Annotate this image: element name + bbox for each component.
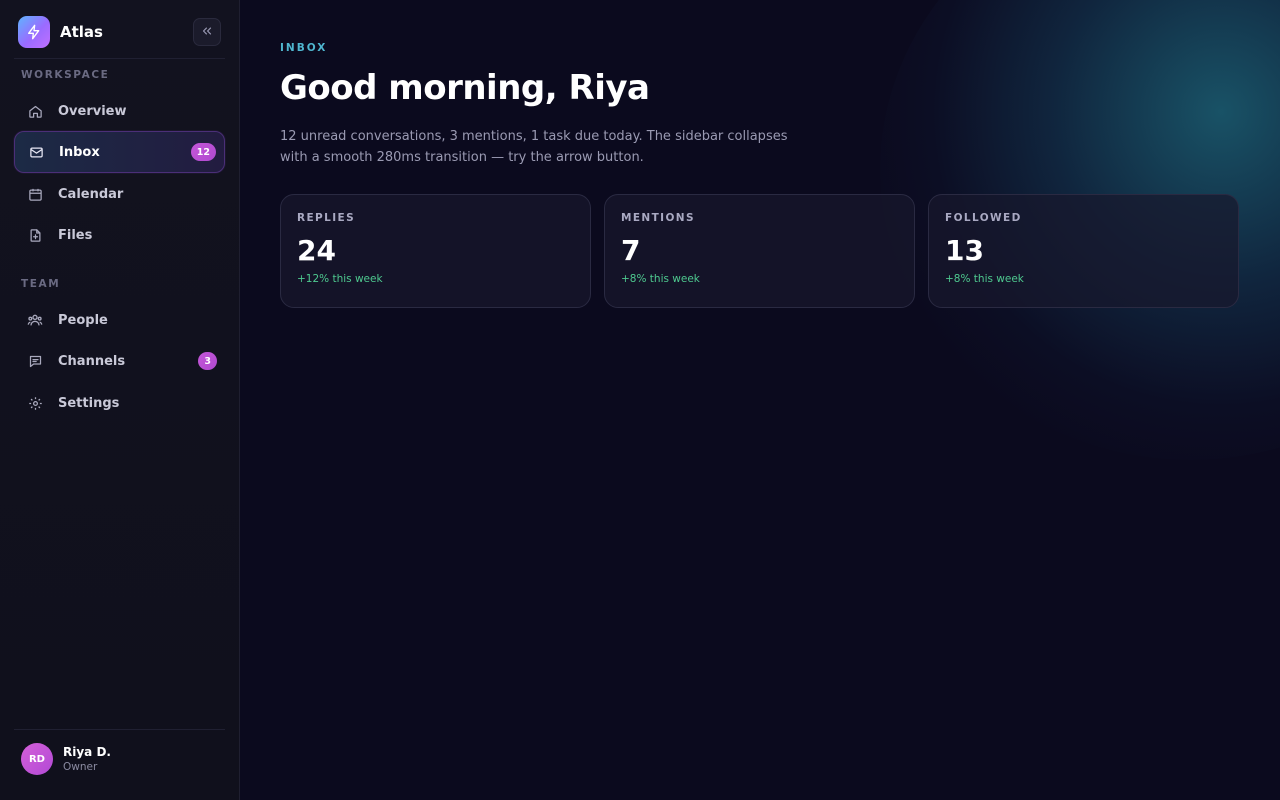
stat-label: FOLLOWED <box>945 212 1022 224</box>
divider <box>14 58 225 59</box>
app-shell: Atlas WORKSPACE Overview Inbox 12 Calend… <box>0 0 1280 800</box>
avatar: RD <box>21 743 53 775</box>
sidebar: Atlas WORKSPACE Overview Inbox 12 Calend… <box>0 0 240 800</box>
sidebar-item-label: Files <box>58 227 93 243</box>
section-label-team: TEAM <box>21 278 61 290</box>
mail-icon <box>28 144 44 160</box>
stat-label: MENTIONS <box>621 212 695 224</box>
stat-value: 13 <box>945 234 984 267</box>
page-eyebrow: INBOX <box>280 42 328 54</box>
page-title: Good morning, Riya <box>280 68 650 108</box>
stat-card-mentions: MENTIONS 7 +8% this week <box>604 194 915 308</box>
unread-badge: 12 <box>190 143 216 161</box>
stat-delta: +12% this week <box>297 273 383 285</box>
app-name: Atlas <box>60 23 103 41</box>
user-profile[interactable]: RD Riya D. Owner <box>21 743 111 775</box>
stat-label: REPLIES <box>297 212 356 224</box>
sidebar-item-inbox[interactable]: Inbox 12 <box>14 131 225 173</box>
sidebar-item-label: Calendar <box>58 186 124 202</box>
sidebar-item-overview[interactable]: Overview <box>14 90 225 132</box>
stat-cards: REPLIES 24 +12% this week MENTIONS 7 +8%… <box>280 194 1239 308</box>
file-plus-icon <box>27 227 43 243</box>
collapse-sidebar-button[interactable] <box>193 18 221 46</box>
sidebar-item-channels[interactable]: Channels 3 <box>14 340 225 382</box>
sidebar-item-people[interactable]: People <box>14 299 225 341</box>
stat-delta: +8% this week <box>621 273 700 285</box>
stat-value: 24 <box>297 234 336 267</box>
calendar-icon <box>27 186 43 202</box>
sidebar-item-settings[interactable]: Settings <box>14 382 225 424</box>
page-subtitle: 12 unread conversations, 3 mentions, 1 t… <box>280 129 788 165</box>
brand: Atlas <box>18 16 221 48</box>
sidebar-item-label: Settings <box>58 395 120 411</box>
lightning-icon <box>18 16 50 48</box>
user-meta: Riya D. Owner <box>63 745 111 773</box>
stat-card-followed: FOLLOWED 13 +8% this week <box>928 194 1239 308</box>
chat-icon <box>27 353 43 369</box>
user-role: Owner <box>63 761 98 773</box>
divider <box>14 729 225 730</box>
sidebar-item-label: People <box>58 312 108 328</box>
stat-value: 7 <box>621 234 641 267</box>
sidebar-item-files[interactable]: Files <box>14 214 225 256</box>
home-icon <box>27 103 43 119</box>
chevrons-left-icon <box>200 23 214 42</box>
main-content: INBOX Good morning, Riya 12 unread conve… <box>240 0 1280 800</box>
section-label-workspace: WORKSPACE <box>21 69 110 81</box>
channels-badge: 3 <box>198 352 217 370</box>
sidebar-item-label: Inbox <box>59 144 100 160</box>
sidebar-item-label: Overview <box>58 103 127 119</box>
stat-delta: +8% this week <box>945 273 1024 285</box>
sidebar-item-calendar[interactable]: Calendar <box>14 173 225 215</box>
people-icon <box>27 312 43 328</box>
gear-icon <box>27 395 43 411</box>
user-name: Riya D. <box>63 745 111 759</box>
stat-card-replies: REPLIES 24 +12% this week <box>280 194 591 308</box>
sidebar-item-label: Channels <box>58 353 126 369</box>
